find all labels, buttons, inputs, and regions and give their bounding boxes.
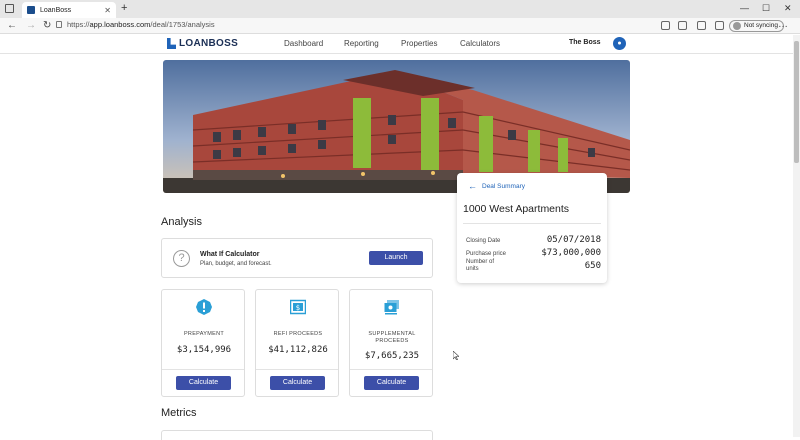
prepayment-value: $3,154,996 bbox=[176, 345, 232, 355]
metrics-heading: Metrics bbox=[161, 407, 197, 419]
what-if-title: What If Calculator bbox=[200, 251, 260, 258]
favicon-icon bbox=[27, 6, 35, 14]
deal-summary-card: ← Deal Summary 1000 West Apartments Clos… bbox=[457, 173, 607, 283]
close-window-icon[interactable]: ✕ bbox=[784, 3, 792, 14]
tab-actions-icon[interactable] bbox=[5, 4, 14, 13]
avatar bbox=[733, 22, 741, 30]
refresh-icon[interactable]: ↻ bbox=[43, 20, 51, 31]
refi-proceeds-label: REFI PROCEEDS bbox=[273, 331, 323, 337]
divider bbox=[350, 369, 432, 370]
url-field[interactable]: https://app.loanboss.com/deal/1753/analy… bbox=[67, 20, 215, 29]
browser-tab[interactable]: LoanBoss ✕ bbox=[22, 2, 116, 18]
new-tab-icon[interactable]: + bbox=[121, 2, 127, 14]
supplemental-proceeds-label: SUPPLEMENTAL PROCEEDS bbox=[368, 331, 416, 344]
metrics-card bbox=[161, 430, 433, 440]
divider bbox=[256, 369, 338, 370]
prepayment-card: PREPAYMENT $3,154,996 Calculate bbox=[161, 289, 245, 397]
svg-text:$: $ bbox=[296, 304, 300, 312]
supplemental-proceeds-value: $7,665,235 bbox=[364, 351, 420, 361]
lock-icon[interactable] bbox=[56, 21, 62, 28]
launch-button[interactable]: Launch bbox=[369, 251, 423, 265]
nav-dashboard[interactable]: Dashboard bbox=[284, 39, 323, 48]
cash-stack-icon bbox=[384, 300, 399, 315]
browser-tabbar: LoanBoss ✕ + — ☐ ✕ bbox=[0, 0, 800, 18]
purchase-price-value: $73,000,000 bbox=[541, 248, 601, 258]
tab-title: LoanBoss bbox=[40, 6, 72, 14]
collections-icon[interactable] bbox=[715, 21, 724, 30]
alert-icon bbox=[196, 299, 212, 315]
nav-reporting[interactable]: Reporting bbox=[344, 39, 379, 48]
units-label: Number of units bbox=[466, 259, 495, 272]
deal-title: 1000 West Apartments bbox=[463, 203, 570, 215]
units-value: 650 bbox=[584, 261, 601, 271]
nav-calculators[interactable]: Calculators bbox=[460, 39, 500, 48]
key-icon[interactable] bbox=[661, 21, 670, 30]
purchase-price-label: Purchase price bbox=[466, 251, 507, 257]
logo-icon bbox=[167, 38, 176, 49]
address-bar: ← → ↻ https://app.loanboss.com/deal/1753… bbox=[0, 18, 800, 34]
divider bbox=[162, 369, 244, 370]
minimize-icon[interactable]: — bbox=[740, 3, 749, 13]
nav-properties[interactable]: Properties bbox=[401, 39, 437, 48]
supplemental-calculate-button[interactable]: Calculate bbox=[364, 376, 419, 390]
profile-button[interactable]: Not syncing bbox=[729, 20, 784, 32]
closing-date-label: Closing Date bbox=[466, 238, 501, 244]
question-icon: ? bbox=[173, 250, 190, 267]
scrollbar-thumb[interactable] bbox=[794, 41, 799, 163]
back-icon[interactable]: ← bbox=[7, 20, 17, 31]
brand-logo[interactable]: LOANBOSS bbox=[167, 38, 238, 49]
back-arrow-icon[interactable]: ← bbox=[468, 181, 477, 191]
what-if-subtitle: Plan, budget, and forecast. bbox=[200, 261, 272, 267]
dollar-icon: $ bbox=[290, 299, 306, 315]
mouse-cursor-icon bbox=[453, 351, 459, 360]
refi-proceeds-value: $41,112,826 bbox=[268, 345, 328, 355]
prepayment-calculate-button[interactable]: Calculate bbox=[176, 376, 231, 390]
supplemental-proceeds-card: SUPPLEMENTAL PROCEEDS $7,665,235 Calcula… bbox=[349, 289, 433, 397]
extensions-icon[interactable] bbox=[678, 21, 687, 30]
page-scrollbar[interactable] bbox=[793, 35, 800, 437]
favorite-icon[interactable] bbox=[697, 21, 706, 30]
user-name[interactable]: The Boss bbox=[569, 39, 601, 46]
divider bbox=[463, 223, 601, 224]
maximize-icon[interactable]: ☐ bbox=[762, 3, 770, 14]
what-if-calculator-card: ? What If Calculator Plan, budget, and f… bbox=[161, 238, 433, 278]
prepayment-label: PREPAYMENT bbox=[183, 331, 225, 337]
forward-icon[interactable]: → bbox=[26, 20, 36, 31]
more-icon[interactable]: … bbox=[778, 19, 788, 30]
app-navbar: LOANBOSS Dashboard Reporting Properties … bbox=[0, 35, 793, 54]
deal-summary-link[interactable]: Deal Summary bbox=[482, 183, 525, 190]
bell-icon[interactable]: ● bbox=[613, 37, 626, 50]
tab-close-icon[interactable]: ✕ bbox=[104, 6, 111, 15]
analysis-heading: Analysis bbox=[161, 216, 202, 228]
refi-proceeds-card: $ REFI PROCEEDS $41,112,826 Calculate bbox=[255, 289, 339, 397]
closing-date-value: 05/07/2018 bbox=[546, 235, 601, 245]
refi-calculate-button[interactable]: Calculate bbox=[270, 376, 325, 390]
